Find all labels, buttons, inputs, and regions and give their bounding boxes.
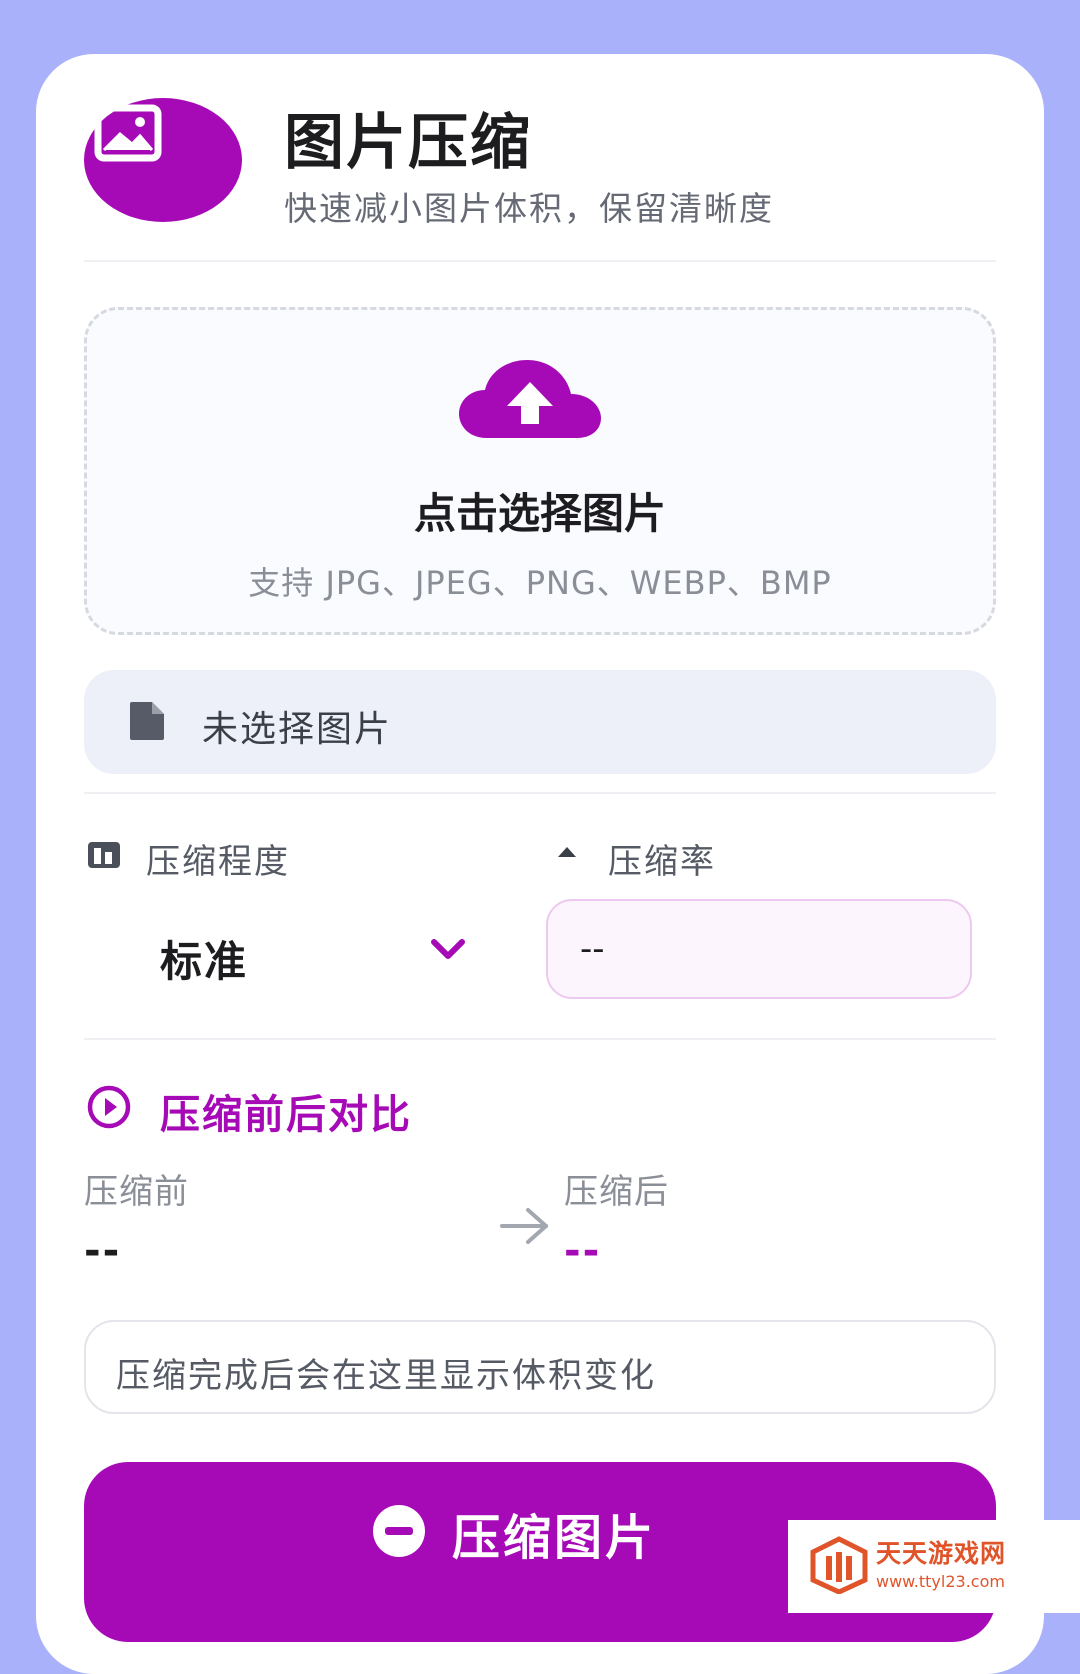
compression-level-value: 标准 xyxy=(160,937,249,986)
file-icon xyxy=(130,702,164,740)
compression-rate-label: 压缩率 xyxy=(608,842,716,882)
upload-dropzone[interactable]: 点击选择图片 支持 JPG、JPEG、PNG、WEBP、BMP xyxy=(84,307,996,635)
play-circle-icon xyxy=(87,1085,131,1129)
sliders-icon xyxy=(88,842,120,868)
minus-circle-icon xyxy=(373,1505,425,1557)
caret-up-icon xyxy=(558,847,576,857)
comparison-title: 压缩前后对比 xyxy=(160,1092,412,1138)
header-divider xyxy=(84,260,996,262)
supported-formats: 支持 JPG、JPEG、PNG、WEBP、BMP xyxy=(248,564,832,602)
page-subtitle: 快速减小图片体积，保留清晰度 xyxy=(284,189,774,228)
arrow-right-icon xyxy=(500,1208,548,1244)
compress-button-label: 压缩图片 xyxy=(452,1510,657,1566)
file-status-text: 未选择图片 xyxy=(202,709,393,750)
image-icon xyxy=(94,104,162,162)
section-divider xyxy=(84,792,996,794)
upload-title: 点击选择图片 xyxy=(413,489,666,538)
compression-level-select[interactable]: 标准 xyxy=(84,904,504,1000)
before-label: 压缩前 xyxy=(84,1172,189,1212)
section-divider xyxy=(84,1038,996,1040)
app-logo xyxy=(84,98,242,222)
compression-rate-value: -- xyxy=(580,929,605,969)
compression-level-label: 压缩程度 xyxy=(146,842,290,882)
watermark-name: 天天游戏网 xyxy=(876,1539,1007,1568)
watermark-logo xyxy=(810,1536,868,1594)
main-card: 图片压缩 快速减小图片体积，保留清晰度 点击选择图片 支持 JPG、JPEG、P… xyxy=(36,54,1044,1674)
page-title: 图片压缩 xyxy=(284,108,532,178)
size-change-note-text: 压缩完成后会在这里显示体积变化 xyxy=(116,1356,656,1396)
cloud-upload-icon xyxy=(459,360,601,438)
chevron-down-icon xyxy=(431,939,465,959)
before-size-value: -- xyxy=(84,1228,122,1274)
after-label: 压缩后 xyxy=(564,1172,669,1212)
watermark-url: www.ttyl23.com xyxy=(876,1572,1005,1591)
after-size-value: -- xyxy=(564,1228,602,1274)
selected-file-status: 未选择图片 xyxy=(84,670,996,774)
site-watermark: 天天游戏网 www.ttyl23.com xyxy=(788,1520,1080,1613)
compression-rate-field: -- xyxy=(546,899,972,999)
size-change-note: 压缩完成后会在这里显示体积变化 xyxy=(84,1320,996,1414)
